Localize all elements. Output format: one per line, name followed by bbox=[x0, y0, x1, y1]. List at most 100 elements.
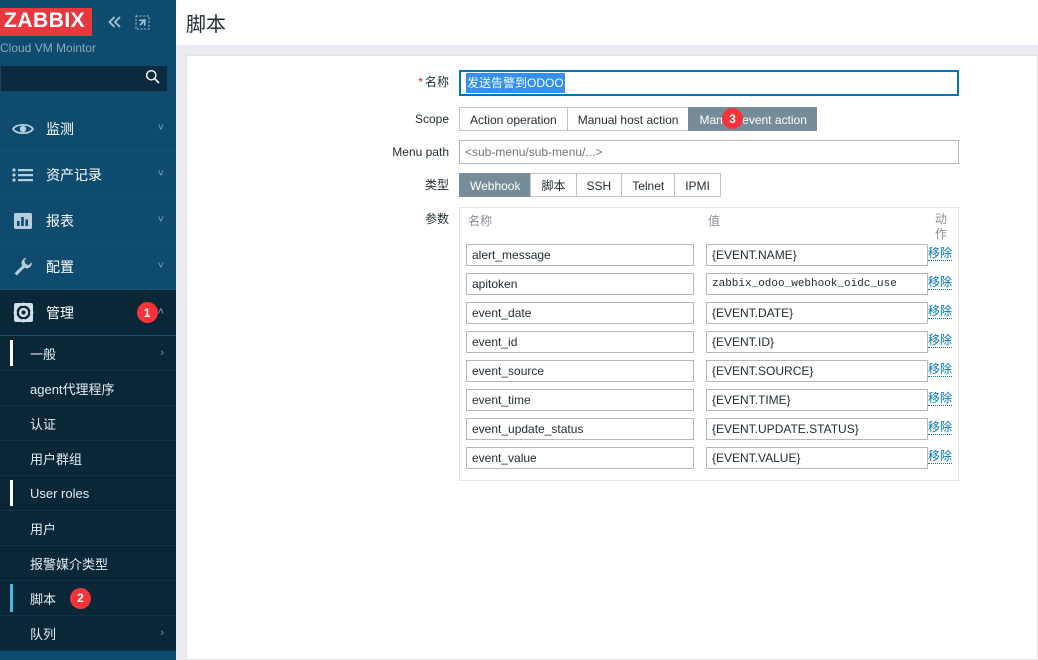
sidebar-item-media-types[interactable]: 报警媒介类型 bbox=[0, 546, 176, 581]
parameters-rows: 移除 移除 bbox=[466, 244, 952, 476]
parameter-name-input[interactable] bbox=[466, 302, 694, 324]
parameter-name-input[interactable] bbox=[466, 360, 694, 382]
sidebar-item-label: 配置 bbox=[46, 258, 74, 275]
sidebar-item-reports[interactable]: 报表 ˅ bbox=[0, 198, 176, 244]
parameter-name-input[interactable] bbox=[466, 418, 694, 440]
table-row: 移除 bbox=[466, 273, 952, 295]
type-option-telnet[interactable]: Telnet bbox=[621, 173, 675, 197]
menu-path-input[interactable] bbox=[459, 140, 959, 164]
collapse-arrow-icon[interactable] bbox=[133, 13, 151, 31]
sidebar-subitem-label: 用户群组 bbox=[30, 451, 83, 467]
parameter-value-input[interactable] bbox=[706, 273, 928, 295]
parameter-value-input[interactable] bbox=[706, 360, 928, 382]
page-header: 脚本 bbox=[176, 0, 1038, 45]
type-field-col: Webhook 脚本 SSH Telnet IPMI bbox=[459, 173, 1037, 197]
sidebar-item-administration[interactable]: 管理 1 ˄ bbox=[0, 290, 176, 336]
sidebar-item-label: 报表 bbox=[46, 212, 74, 229]
row-action: 移除 bbox=[928, 273, 952, 291]
sidebar-subitem-label: 队列 bbox=[30, 626, 57, 642]
row-action: 移除 bbox=[928, 389, 952, 407]
sidebar-header-icons bbox=[106, 13, 151, 31]
wrench-icon bbox=[8, 257, 38, 276]
remove-link[interactable]: 移除 bbox=[928, 246, 952, 261]
chevron-down-icon: ˅ bbox=[157, 122, 164, 134]
name-input-value: 发送告警到ODOO bbox=[466, 73, 565, 93]
sidebar-item-scripts[interactable]: 脚本 2 bbox=[0, 581, 176, 616]
parameter-value-input[interactable] bbox=[706, 389, 928, 411]
chevrons-left-icon[interactable] bbox=[106, 13, 124, 31]
sidebar-item-authentication[interactable]: 认证 bbox=[0, 406, 176, 441]
remove-link[interactable]: 移除 bbox=[928, 420, 952, 435]
remove-link[interactable]: 移除 bbox=[928, 275, 952, 290]
main-content: 脚本 * 名称 发送告警到ODOO Scope Action operation… bbox=[176, 0, 1038, 660]
parameters-label: 参数 bbox=[424, 212, 449, 226]
table-row: 移除 bbox=[466, 389, 952, 411]
sidebar-item-inventory[interactable]: 资产记录 ˅ bbox=[0, 152, 176, 198]
sidebar-item-users[interactable]: 用户 bbox=[0, 511, 176, 546]
sidebar-item-label: 资产记录 bbox=[46, 166, 102, 183]
sidebar-search bbox=[0, 65, 176, 92]
search-icon[interactable] bbox=[145, 69, 160, 87]
step-badge-1: 1 bbox=[136, 302, 158, 323]
scope-option-manual-host-action[interactable]: Manual host action bbox=[566, 107, 689, 131]
sidebar-subitem-label: 认证 bbox=[30, 416, 57, 432]
sidebar-item-user-groups[interactable]: 用户群组 bbox=[0, 441, 176, 476]
parameter-name-input[interactable] bbox=[466, 331, 694, 353]
sidebar-item-configuration[interactable]: 配置 ˅ bbox=[0, 244, 176, 290]
gear-icon bbox=[8, 302, 38, 323]
sidebar-item-queue[interactable]: 队列 › bbox=[0, 616, 176, 651]
server-name: Cloud VM Mointor bbox=[0, 41, 97, 55]
type-segmented-control: Webhook 脚本 SSH Telnet IPMI bbox=[459, 173, 721, 197]
table-row: 移除 bbox=[466, 360, 952, 382]
scope-option-manual-event-action[interactable]: Manual event action bbox=[688, 107, 817, 131]
menu-path-field-col bbox=[459, 140, 1037, 164]
remove-link[interactable]: 移除 bbox=[928, 304, 952, 319]
column-header-value: 值 bbox=[708, 214, 721, 228]
name-label: * 名称 bbox=[187, 70, 459, 94]
page-title: 脚本 bbox=[186, 14, 226, 36]
bar-chart-icon bbox=[8, 212, 38, 230]
parameter-value-input[interactable] bbox=[706, 244, 928, 266]
menu-path-label: Menu path bbox=[392, 145, 449, 159]
name-field-col: 发送告警到ODOO bbox=[459, 70, 1037, 96]
parameter-name-input[interactable] bbox=[466, 244, 694, 266]
table-row: 移除 bbox=[466, 447, 952, 469]
type-option-ssh[interactable]: SSH bbox=[575, 173, 622, 197]
chevron-right-icon: › bbox=[160, 627, 164, 639]
remove-link[interactable]: 移除 bbox=[928, 449, 952, 464]
parameter-value-input[interactable] bbox=[706, 447, 928, 469]
row-action: 移除 bbox=[928, 447, 952, 465]
remove-link[interactable]: 移除 bbox=[928, 391, 952, 406]
sidebar-item-monitoring[interactable]: 监测 ˅ bbox=[0, 106, 176, 152]
table-row: 移除 bbox=[466, 331, 952, 353]
required-asterisk: * bbox=[418, 75, 423, 89]
sidebar-item-proxies[interactable]: agent代理程序 bbox=[0, 371, 176, 406]
sidebar-subitem-label: 一般 bbox=[30, 346, 57, 362]
scope-option-action-operation[interactable]: Action operation bbox=[459, 107, 567, 131]
scope-field-col: Action operation Manual host action Manu… bbox=[459, 107, 1037, 131]
sidebar-subitem-label: 报警媒介类型 bbox=[30, 556, 109, 572]
remove-link[interactable]: 移除 bbox=[928, 333, 952, 348]
parameter-value-input[interactable] bbox=[706, 418, 928, 440]
parameters-table: 名称 值 动作 移除 bbox=[459, 207, 959, 481]
sidebar-subitem-label: 用户 bbox=[30, 521, 57, 537]
sidebar-item-user-roles[interactable]: User roles bbox=[0, 476, 176, 511]
parameter-name-input[interactable] bbox=[466, 273, 694, 295]
form-row-name: * 名称 发送告警到ODOO bbox=[187, 70, 1037, 96]
type-option-ipmi[interactable]: IPMI bbox=[674, 173, 721, 197]
parameter-name-input[interactable] bbox=[466, 389, 694, 411]
type-option-script[interactable]: 脚本 bbox=[530, 173, 576, 197]
form-row-parameters: 参数 名称 值 动作 alert_message {EVENT.NAME} 移除… bbox=[187, 207, 1037, 481]
parameter-value-input[interactable] bbox=[706, 331, 928, 353]
name-input[interactable]: 发送告警到ODOO bbox=[459, 70, 959, 96]
column-header-action: 动作 bbox=[934, 212, 947, 241]
row-action: 移除 bbox=[928, 244, 952, 262]
sidebar-item-general[interactable]: 一般 › bbox=[0, 336, 176, 371]
parameter-name-input[interactable] bbox=[466, 447, 694, 469]
parameter-value-input[interactable] bbox=[706, 302, 928, 324]
row-action: 移除 bbox=[928, 418, 952, 436]
sidebar-item-label: 监测 bbox=[46, 120, 74, 137]
type-option-webhook[interactable]: Webhook bbox=[459, 173, 531, 197]
row-action: 移除 bbox=[928, 302, 952, 320]
remove-link[interactable]: 移除 bbox=[928, 362, 952, 377]
